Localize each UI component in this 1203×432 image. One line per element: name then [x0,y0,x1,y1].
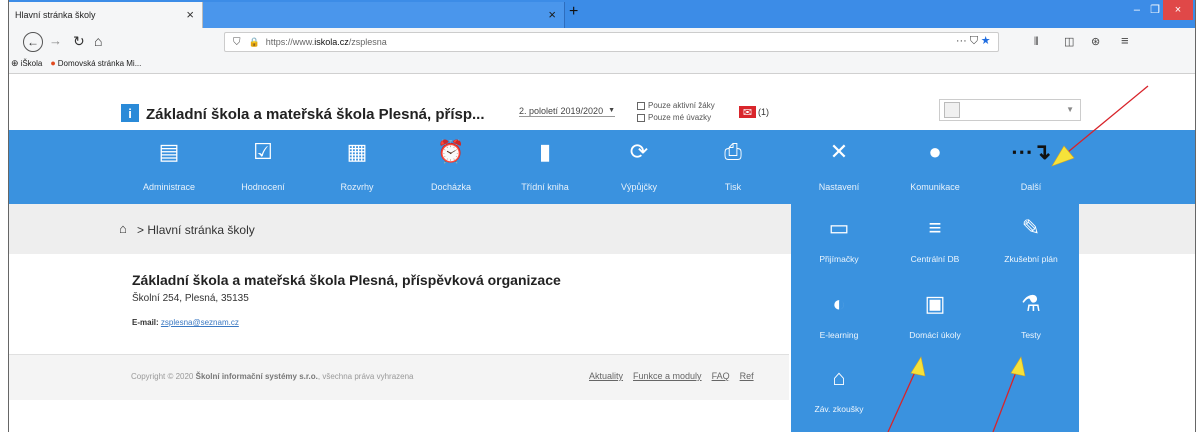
refresh-icon: ⟳ [629,139,649,164]
menu-item-dochazka[interactable]: ⏰ Docházka [403,130,499,204]
logo-icon[interactable]: i [121,104,139,122]
caret-down-icon: ▼ [608,107,616,114]
close-icon[interactable]: × [548,7,556,22]
office-icon: ● [50,58,56,68]
url-bar[interactable]: ⛉ 🔒 https://www. iskola.cz/zsplesna ··· ⛉… [224,32,999,52]
bookmark-star-icon[interactable]: ★ [981,35,990,47]
footer-link-funkce[interactable]: Funkce a moduly [633,371,702,381]
bookmarks-bar: ⊕ iŠkola ● Domovská stránka Mi... [11,58,141,69]
breadcrumb-current: > Hlavní stránka školy [137,223,255,237]
tab-strip: Hlavní stránka školy × × + – ❐ × [9,0,1195,28]
e-learning-icon: ◐ [832,291,846,316]
dropdown-item-zav-zkousky[interactable]: ⌂ Záv. zkoušky [791,354,887,424]
calendar-icon: ▦ [346,139,368,164]
menu-item-hodnoceni[interactable]: ☑ Hodnocení [215,130,311,204]
dropdown-item-domaci-ukoly[interactable]: ▣ Domácí úkoly [887,280,983,350]
sidebar-icon[interactable]: ◫ [1064,35,1074,48]
administration-icon: ▤ [158,139,180,164]
mail-icon[interactable]: ✉ [739,106,756,119]
mail-count[interactable]: (1) [758,107,769,117]
url-path: /zsplesna [348,37,387,47]
tools-icon: ✕ [829,139,849,164]
hamburger-menu-icon[interactable]: ≡ [1121,33,1129,48]
printer-icon: ⎙ [724,139,742,164]
navigation-toolbar: ← → ↻ ⌂ ⛉ 🔒 https://www. iskola.cz/zsples… [9,28,1195,74]
tab-second[interactable]: × [203,2,565,28]
checkbox-active-pupils[interactable]: Pouze aktivní žáky [637,101,715,110]
menu-item-administrace[interactable]: ▤ Administrace [121,130,217,204]
footer: Copyright © 2020 Školní informační systé… [9,354,789,400]
window-close-button[interactable]: × [1163,0,1193,20]
menu-item-nastaveni[interactable]: ✕ Nastavení [791,130,887,204]
dropdown-item-centralni-db[interactable]: ≡ Centrální DB [887,204,983,274]
browser-window: Hlavní stránka školy × × + – ❐ × ← → ↻ ⌂… [8,0,1196,432]
organization-name: Základní škola a mateřská škola Plesná, … [132,272,561,288]
edit-icon: ✎ [1021,215,1041,240]
menu-item-rozvrhy[interactable]: ▦ Rozvrhy [309,130,405,204]
checkbox[interactable] [637,101,645,110]
dropdown-item-prijimacky[interactable]: ▭ Přijímačky [791,204,887,274]
footer-link-faq[interactable]: FAQ [712,371,730,381]
graduation-cap-icon: ⌂ [832,365,846,390]
chat-bubble-icon: ● [928,139,942,164]
clipboard-icon: ☑ [253,139,273,164]
pocket-icon[interactable]: ⛉ [970,35,978,47]
avatar [944,102,960,118]
library-icon[interactable]: ⫴ [1034,36,1039,49]
home-icon[interactable]: ⌂ [94,33,102,49]
lock-icon: 🔒 [248,36,260,47]
organization-email: E-mail: zsplesna@seznam.cz [132,318,239,327]
url-domain: iskola.cz [314,37,349,47]
forward-icon[interactable]: → [49,33,62,48]
school-name[interactable]: Základní škola a mateřská škola Plesná, … [146,106,485,123]
footer-link-ref[interactable]: Ref [740,371,754,381]
tab-title: Hlavní stránka školy [15,10,96,20]
school-header: i Základní škola a mateřská škola Plesná… [9,75,1195,125]
reload-icon[interactable]: ↻ [73,33,85,50]
caret-down-icon: ▼ [1066,105,1074,114]
home-icon[interactable]: ⌂ [119,221,127,236]
url-actions: ··· ⛉ ★ [956,35,990,48]
close-icon[interactable]: × [186,7,194,22]
footer-link-aktuality[interactable]: Aktuality [589,371,623,381]
url-prefix: https://www. [265,37,315,47]
maximize-icon[interactable]: ❐ [1150,3,1160,16]
user-select[interactable]: ▼ [939,99,1081,121]
semester-select[interactable]: 2. pololetí 2019/2020 ▼ [519,106,616,117]
main-menu: ▤ Administrace ☑ Hodnocení ▦ Rozvrhy ⏰ Dochá… [9,130,1195,204]
page-actions-icon[interactable]: ··· [956,35,967,47]
dropdown-item-zkusebni-plan[interactable]: ✎ Zkušební plán [983,204,1079,274]
book-icon: ▮ [538,139,552,164]
filter-checkboxes: Pouze aktivní žáky Pouze mé úvazky [637,101,715,125]
dalsi-dropdown: ▭ Přijímačky ≡ Centrální DB ✎ Zkušební plán… [791,204,1079,432]
alarm-clock-icon: ⏰ [437,139,465,164]
back-icon[interactable]: ← [23,32,43,52]
menu-item-komunikace[interactable]: ● Komunikace [887,130,983,204]
shield-icon: ⛉ [233,36,241,48]
email-link[interactable]: zsplesna@seznam.cz [161,318,239,327]
globe-icon: ⊕ [11,58,19,68]
more-arrow-icon: ⋯↴ [1010,139,1052,164]
flask-icon: ⚗ [1021,291,1041,316]
menu-item-vypujcky[interactable]: ⟳ Výpůjčky [591,130,687,204]
bookmark-iskola[interactable]: ⊕ iŠkola [11,58,42,69]
copyright: Copyright © 2020 Školní informační systé… [131,372,414,381]
tab-active[interactable]: Hlavní stránka školy × [9,2,203,28]
briefcase-icon: ▣ [924,291,946,316]
bookmark-home[interactable]: ● Domovská stránka Mi... [50,58,141,69]
menu-item-dalsi[interactable]: ⋯↴ Další [983,130,1079,204]
minimize-icon[interactable]: – [1134,4,1140,16]
account-icon[interactable]: ⊛ [1091,35,1100,48]
dropdown-item-testy[interactable]: ⚗ Testy [983,280,1079,350]
checkbox[interactable] [637,113,645,122]
easel-icon: ▭ [828,215,850,240]
dropdown-item-e-learning[interactable]: ◐ E-learning [791,280,887,350]
menu-item-tridni-kniha[interactable]: ▮ Třídní kniha [497,130,593,204]
footer-links: Aktuality Funkce a moduly FAQ Ref [589,371,754,381]
menu-item-tisk[interactable]: ⎙ Tisk [685,130,781,204]
organization-address: Školní 254, Plesná, 35135 [132,293,249,304]
database-icon: ≡ [928,215,942,240]
new-tab-button[interactable]: + [569,3,578,21]
checkbox-my-assignments[interactable]: Pouze mé úvazky [637,113,715,122]
